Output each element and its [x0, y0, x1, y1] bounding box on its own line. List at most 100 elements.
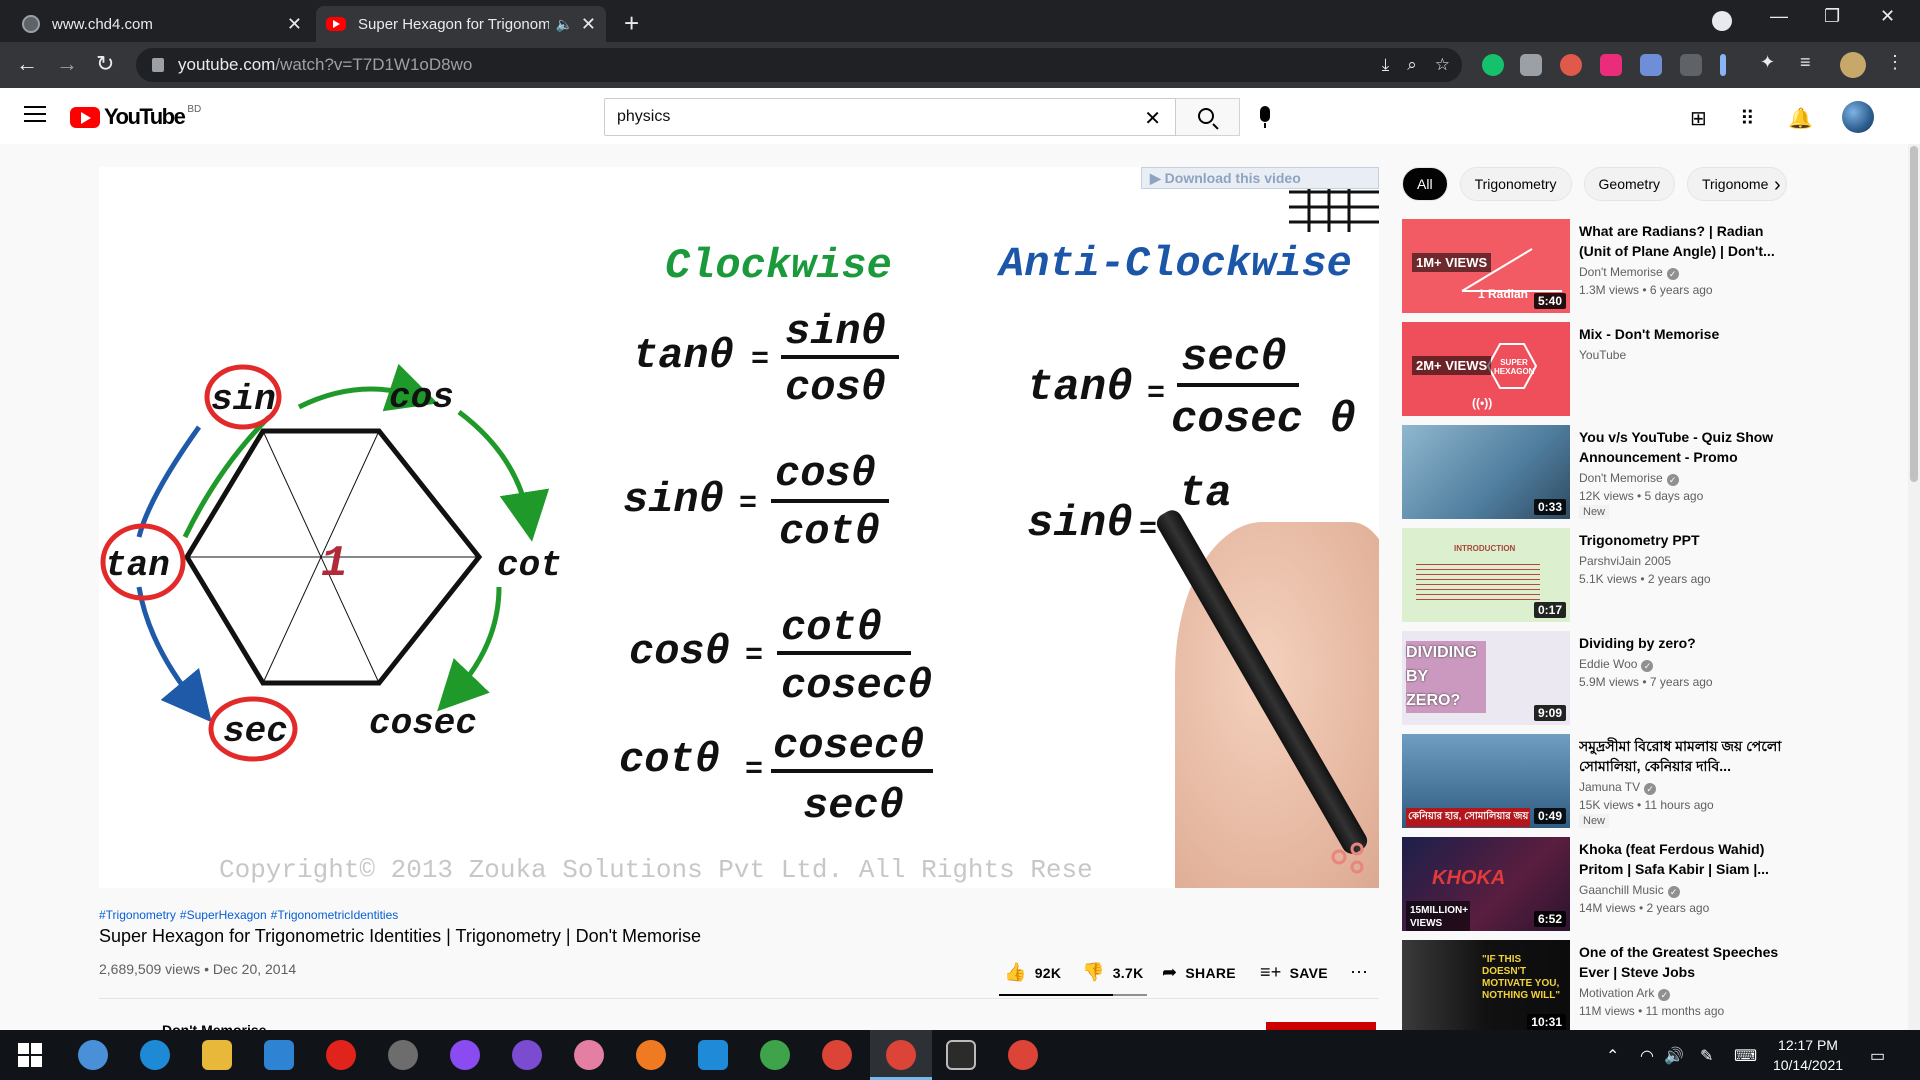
more-actions-button[interactable]: ⋯	[1350, 962, 1376, 983]
terminal-icon[interactable]	[946, 1040, 976, 1070]
share-button[interactable]: ➦ SHARE	[1162, 962, 1236, 983]
opera-icon[interactable]	[326, 1040, 356, 1070]
recommended-video[interactable]: কেনিয়ার হার, সোমালিয়ার জয় 0:49 সমুদ্র…	[1402, 734, 1802, 828]
chip-trigonometric[interactable]: Trigonome	[1686, 167, 1787, 201]
show-hidden-icons-icon[interactable]: ⌃	[1606, 1046, 1619, 1066]
create-video-icon[interactable]: ⊞	[1690, 106, 1707, 131]
menu-icon[interactable]	[24, 106, 46, 124]
download-extension-icon[interactable]	[1640, 54, 1662, 76]
view-count: 2,689,509 views	[99, 961, 201, 977]
address-bar[interactable]: youtube.com/watch?v=T7D1W1oD8wo ⤓ ⌕ ☆	[136, 48, 1462, 82]
install-icon[interactable]: ⤓	[1382, 55, 1390, 75]
firefox-icon[interactable]	[636, 1040, 666, 1070]
close-tab-icon[interactable]: ✕	[581, 14, 596, 35]
wifi-icon[interactable]: ◠	[1640, 1046, 1654, 1066]
account-avatar[interactable]	[1842, 101, 1874, 133]
chip-geometry[interactable]: Geometry	[1583, 167, 1675, 201]
maps-app-icon[interactable]	[760, 1040, 790, 1070]
video-thumbnail[interactable]: 1M+ VIEWS 1 Radian 5:40	[1402, 219, 1570, 313]
back-icon[interactable]: ←	[16, 51, 38, 77]
extension-icon[interactable]	[1560, 54, 1582, 76]
clear-search-icon[interactable]: ✕	[1144, 106, 1161, 131]
close-window-icon[interactable]: ✕	[1880, 6, 1895, 27]
hashtag-link[interactable]: #Trigonometry	[99, 908, 176, 922]
chrome-profile-icon[interactable]	[1008, 1040, 1038, 1070]
hashtag-link[interactable]: #TrigonometricIdentities	[271, 908, 399, 922]
youtube-logo[interactable]: YouTube BD	[70, 104, 201, 130]
speaker-icon[interactable]: 🔈	[555, 16, 572, 33]
qbittorrent-icon[interactable]	[78, 1040, 108, 1070]
video-thumbnail[interactable]: "IF THIS DOESN'T MOTIVATE YOU, NOTHING W…	[1402, 940, 1570, 1034]
reload-icon[interactable]: ↻	[96, 51, 114, 77]
keyboard-icon[interactable]: ⌨	[1734, 1046, 1757, 1066]
minimize-icon[interactable]: —	[1770, 6, 1788, 27]
github-desktop-icon[interactable]	[512, 1040, 542, 1070]
reading-list-icon[interactable]: ≡	[1800, 52, 1822, 74]
browser-toolbar: ← → ↻ youtube.com/watch?v=T7D1W1oD8wo ⤓ …	[0, 42, 1920, 88]
chip-trigonometry[interactable]: Trigonometry	[1459, 167, 1572, 201]
video-thumbnail[interactable]: 2M+ VIEWS SUPER HEXAGON ((•))	[1402, 322, 1570, 416]
notifications-bell-icon[interactable]: 🔔	[1788, 106, 1813, 131]
new-tab-button[interactable]: +	[624, 8, 639, 39]
hashtag-link[interactable]: #SuperHexagon	[180, 908, 267, 922]
video-thumbnail[interactable]: DIVIDING BY ZERO? 9:09	[1402, 631, 1570, 725]
zoom-icon[interactable]: ⌕	[1407, 55, 1417, 75]
video-thumbnail[interactable]: কেনিয়ার হার, সোমালিয়ার জয় 0:49	[1402, 734, 1570, 828]
notification-center-icon[interactable]: ▭	[1870, 1046, 1885, 1066]
chrome-icon[interactable]	[822, 1040, 852, 1070]
maximize-icon[interactable]: ❐	[1824, 6, 1840, 27]
chrome-active-icon[interactable]	[886, 1040, 916, 1070]
browser-tab[interactable]: www.chd4.com ✕	[12, 6, 312, 42]
forward-icon[interactable]: →	[56, 51, 78, 77]
bookmark-star-icon[interactable]: ☆	[1435, 55, 1450, 75]
edge-icon[interactable]	[140, 1040, 170, 1070]
mail-icon[interactable]	[264, 1040, 294, 1070]
search-input[interactable]: physics ✕	[604, 98, 1176, 136]
browser-tab-active[interactable]: Super Hexagon for Trigonom 🔈 ✕	[316, 6, 606, 42]
chevron-right-icon[interactable]: ›	[1774, 174, 1781, 197]
slide-text-lines	[1416, 560, 1540, 600]
close-tab-icon[interactable]: ✕	[287, 14, 302, 35]
verified-icon: ✓	[1667, 886, 1680, 898]
voice-search-icon[interactable]	[1260, 106, 1270, 128]
recommended-video[interactable]: "IF THIS DOESN'T MOTIVATE YOU, NOTHING W…	[1402, 940, 1802, 1034]
grammarly-extension-icon[interactable]	[1482, 54, 1504, 76]
download-video-banner[interactable]: ▶ Download this video	[1141, 167, 1379, 189]
pen-extension-icon[interactable]	[1720, 54, 1726, 76]
recommended-mix[interactable]: 2M+ VIEWS SUPER HEXAGON ((•)) Mix - Don'…	[1402, 322, 1802, 416]
video-thumbnail[interactable]: 0:33	[1402, 425, 1570, 519]
messenger-icon[interactable]	[450, 1040, 480, 1070]
recommended-video[interactable]: KHOKA 15MILLION+ VIEWS 6:52 Khoka (feat …	[1402, 837, 1802, 931]
tab-search-icon[interactable]	[1712, 11, 1732, 31]
app-icon[interactable]	[574, 1040, 604, 1070]
profile-avatar[interactable]	[1840, 52, 1866, 78]
play-extension-icon[interactable]	[1600, 54, 1622, 76]
volume-icon[interactable]: 🔊	[1664, 1046, 1684, 1066]
page-scrollbar[interactable]	[1908, 144, 1920, 1030]
recommended-video[interactable]: 0:33 You v/s YouTube - Quiz Show Announc…	[1402, 425, 1802, 519]
chrome-menu-icon[interactable]: ⋮	[1886, 52, 1908, 74]
extension-icon[interactable]	[1680, 54, 1702, 76]
channel-watermark-icon[interactable]	[1327, 837, 1367, 877]
puzzle-extensions-icon[interactable]: ✦	[1760, 52, 1782, 74]
camera-extension-icon[interactable]	[1520, 54, 1542, 76]
save-button[interactable]: ≡+ SAVE	[1260, 962, 1328, 983]
pen-workspace-icon[interactable]: ✎	[1700, 1046, 1713, 1066]
recommended-video[interactable]: 1M+ VIEWS 1 Radian 5:40 What are Radians…	[1402, 219, 1802, 313]
search-button[interactable]	[1176, 98, 1240, 136]
recommended-video[interactable]: INTRODUCTION 0:17 Trigonometry PPT Parsh…	[1402, 528, 1802, 622]
apps-grid-icon[interactable]: ⠿	[1740, 106, 1755, 131]
recommended-video[interactable]: DIVIDING BY ZERO? 9:09 Dividing by zero?…	[1402, 631, 1802, 725]
dislike-button[interactable]: 👎 3.7K	[1082, 962, 1144, 983]
video-thumbnail[interactable]: KHOKA 15MILLION+ VIEWS 6:52	[1402, 837, 1570, 931]
satellite-app-icon[interactable]	[388, 1040, 418, 1070]
windows-start-icon[interactable]	[18, 1043, 42, 1067]
video-player[interactable]: sin cos cot cosec sec tan 1 Clockwise An…	[99, 167, 1379, 888]
file-explorer-icon[interactable]	[202, 1040, 232, 1070]
vscode-icon[interactable]	[698, 1040, 728, 1070]
chip-all[interactable]: All	[1402, 167, 1448, 201]
like-button[interactable]: 👍 92K	[1004, 962, 1061, 983]
recommended-channel: ParshviJain 2005	[1579, 554, 1672, 568]
video-thumbnail[interactable]: INTRODUCTION 0:17	[1402, 528, 1570, 622]
system-clock[interactable]: 12:17 PM 10/14/2021	[1760, 1035, 1856, 1075]
